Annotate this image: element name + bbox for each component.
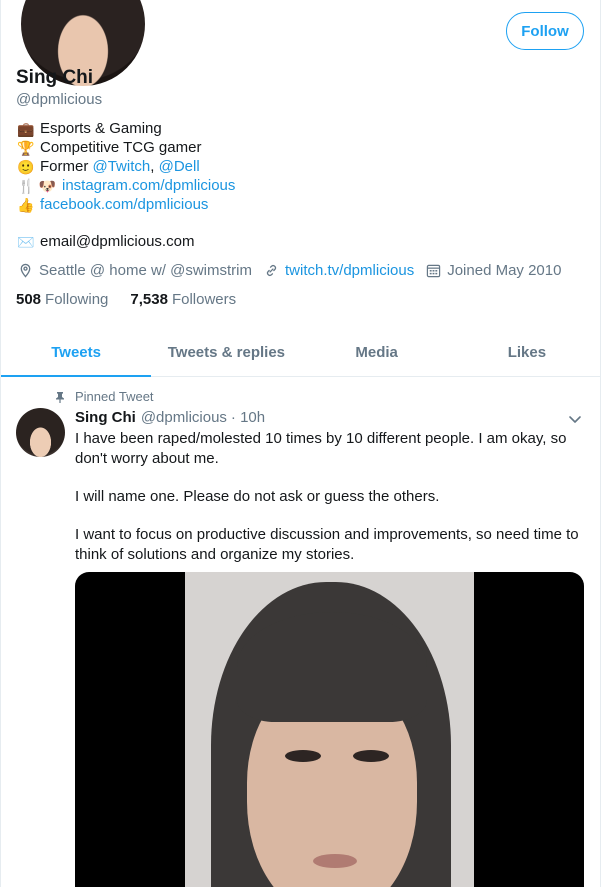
bio-text: Esports & Gaming — [40, 120, 162, 137]
tweet-paragraph: I will name one. Please do not ask or gu… — [75, 488, 440, 505]
trophy-icon: 🏆 — [17, 139, 35, 156]
profile-name: Sing Chi — [16, 67, 94, 88]
bio-email: email@dpmlicious.com — [40, 233, 195, 250]
bio-link[interactable]: instagram.com/dpmlicious — [62, 176, 235, 195]
following-stat[interactable]: 508 Following — [16, 291, 108, 308]
bio-text: , — [150, 158, 159, 175]
followers-stat[interactable]: 7,538 Followers — [130, 291, 236, 308]
briefcase-icon: 💼 — [17, 120, 35, 137]
profile-joined: Joined May 2010 — [426, 262, 561, 279]
following-label: Following — [45, 291, 109, 308]
bio-line: 💼 Esports & Gaming — [17, 119, 235, 138]
following-count: 508 — [16, 291, 42, 308]
envelope-icon: ✉️ — [17, 233, 35, 250]
bio-line: 👍 facebook.com/dpmlicious — [17, 195, 235, 214]
bio-link[interactable]: @Twitch — [93, 157, 151, 176]
profile-meta: Seattle @ home w/ @swimstrim twitch.tv/d… — [18, 262, 573, 279]
profile-page: Follow Sing Chi @dpmlicious 💼 Esports & G… — [0, 0, 601, 887]
pin-icon — [56, 391, 64, 403]
follow-button[interactable]: Follow — [506, 12, 584, 50]
followers-label: Followers — [171, 291, 237, 308]
tab-media[interactable]: Media — [302, 328, 452, 376]
pinned-label: Pinned Tweet — [75, 389, 154, 404]
profile-bio: 💼 Esports & Gaming 🏆 Competitive TCG gamer 🙂… — [17, 119, 235, 214]
profile-stats: 508 Following 7,538 Followers — [16, 291, 258, 308]
tweet-text: I have been raped/molested 10 times by 1… — [75, 429, 587, 583]
tab-tweets[interactable]: Tweets — [1, 328, 152, 377]
tab-likes[interactable]: Likes — [452, 328, 600, 376]
profile-location: Seattle @ home w/ @swimstrim — [18, 262, 252, 279]
calendar-icon — [427, 264, 441, 278]
bio-text: Competitive TCG gamer — [40, 139, 202, 156]
thumbs-up-icon: 👍 — [17, 196, 35, 213]
bio-line: 🏆 Competitive TCG gamer — [17, 138, 235, 157]
profile-handle: @dpmlicious — [16, 91, 103, 108]
bio-text: Former — [40, 158, 93, 175]
bio-link[interactable]: @Dell — [159, 157, 200, 176]
fork-knife-dog-icon: 🍴 🐶 — [17, 177, 57, 194]
tweet-author-handle[interactable]: @dpmlicious — [141, 409, 227, 426]
link-icon — [266, 265, 277, 276]
tweet-paragraph: I want to focus on productive discussion… — [75, 526, 579, 563]
tweet-author-name[interactable]: Sing Chi — [75, 409, 136, 426]
tweet-avatar[interactable] — [16, 408, 65, 457]
bio-line: 🍴 🐶 instagram.com/dpmlicious — [17, 176, 236, 195]
video-frame — [185, 572, 474, 887]
bio-email-line: ✉️ email@dpmlicious.com — [17, 233, 194, 250]
tweet-time[interactable]: · 10h — [231, 409, 265, 426]
bio-line: 🙂 Former @Twitch, @Dell — [17, 157, 235, 176]
bio-link[interactable]: facebook.com/dpmlicious — [40, 195, 208, 214]
tab-tweets-replies[interactable]: Tweets & replies — [151, 328, 301, 376]
tweet-paragraph: I have been raped/molested 10 times by 1… — [75, 430, 567, 467]
profile-tabs: Tweets Tweets & replies Media Likes — [1, 328, 600, 377]
website-link[interactable]: twitch.tv/dpmlicious — [285, 262, 414, 279]
smiley-icon: 🙂 — [17, 158, 35, 175]
location-text: Seattle @ home w/ @swimstrim — [39, 262, 252, 279]
profile-website[interactable]: twitch.tv/dpmlicious — [264, 262, 414, 279]
tweet-video[interactable] — [75, 572, 584, 887]
followers-count: 7,538 — [130, 291, 168, 308]
pinned-indicator: Pinned Tweet — [54, 389, 154, 404]
joined-text: Joined May 2010 — [447, 262, 562, 279]
tweet-header: Sing Chi @dpmlicious · 10h — [75, 409, 265, 426]
chevron-down-icon[interactable] — [567, 411, 583, 427]
location-pin-icon — [20, 263, 31, 278]
